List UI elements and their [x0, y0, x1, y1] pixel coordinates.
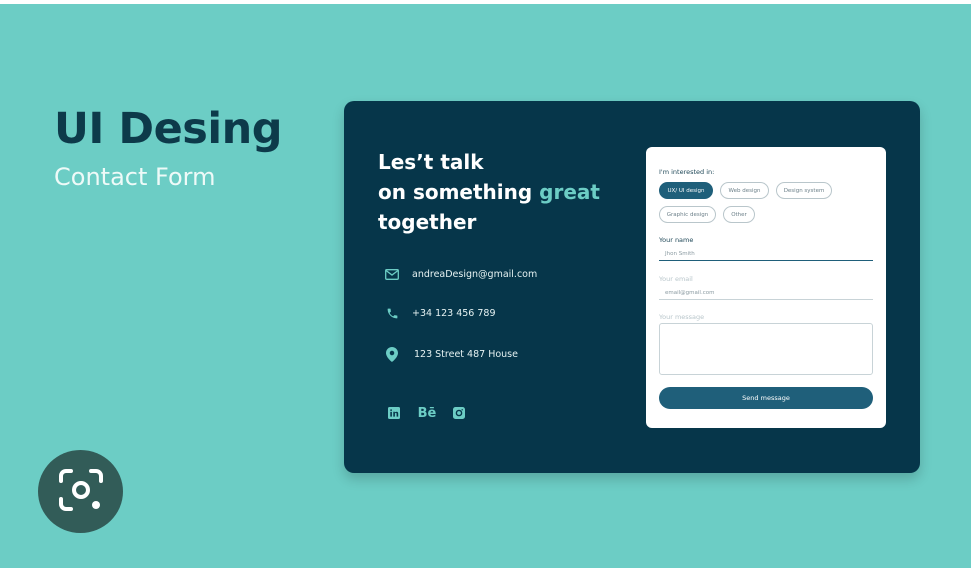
contact-address-text: 123 Street 487 House: [414, 348, 518, 360]
linkedin-link[interactable]: [387, 405, 401, 421]
contact-phone-row[interactable]: +34 123 456 789: [384, 305, 496, 321]
page-title: UI Desing: [54, 104, 282, 154]
behance-link[interactable]: Bē: [416, 405, 438, 421]
page-subtitle: Contact Form: [54, 163, 216, 191]
name-field[interactable]: Jhon Smith: [659, 247, 873, 261]
lens-camera-icon: [57, 467, 105, 517]
headline-accent-word: great: [539, 180, 600, 204]
contact-address-row[interactable]: 123 Street 487 House: [384, 346, 518, 362]
send-message-button[interactable]: Send message: [659, 387, 873, 409]
contact-phone-text: +34 123 456 789: [412, 307, 496, 319]
message-textarea[interactable]: [659, 323, 873, 375]
instagram-link[interactable]: [452, 405, 466, 421]
linkedin-icon: [388, 404, 400, 423]
chip-other[interactable]: Other: [723, 206, 755, 223]
headline-line-1: Les’t talk: [378, 150, 484, 174]
contact-card: Les’t talk on something great together a…: [344, 101, 920, 473]
contact-form: I'm interested in: UX/ UI design Web des…: [646, 147, 886, 428]
interest-label: I'm interested in:: [659, 168, 715, 176]
location-pin-icon: [384, 346, 400, 362]
card-headline: Les’t talk on something great together: [378, 147, 600, 237]
contact-email-row[interactable]: andreaDesign@gmail.com: [384, 266, 537, 282]
lens-search-button[interactable]: [38, 450, 123, 533]
instagram-icon: [453, 404, 465, 423]
phone-icon: [384, 305, 400, 321]
chip-graphic-design[interactable]: Graphic design: [659, 206, 716, 223]
chip-ux-ui-design[interactable]: UX/ UI design: [659, 182, 713, 199]
chip-web-design[interactable]: Web design: [720, 182, 769, 199]
name-label: Your name: [659, 236, 694, 244]
email-field[interactable]: email@gmail.com: [659, 286, 873, 300]
email-label: Your email: [659, 275, 693, 283]
top-edge: [0, 0, 971, 4]
chip-design-system[interactable]: Design system: [776, 182, 832, 199]
contact-email-text: andreaDesign@gmail.com: [412, 268, 538, 280]
message-label: Your message: [659, 313, 705, 321]
headline-line-2: on something great: [378, 177, 600, 207]
behance-icon: Bē: [417, 405, 437, 421]
headline-line-3: together: [378, 210, 477, 234]
headline-line-2-prefix: on something: [378, 180, 540, 204]
mail-icon: [384, 266, 400, 282]
